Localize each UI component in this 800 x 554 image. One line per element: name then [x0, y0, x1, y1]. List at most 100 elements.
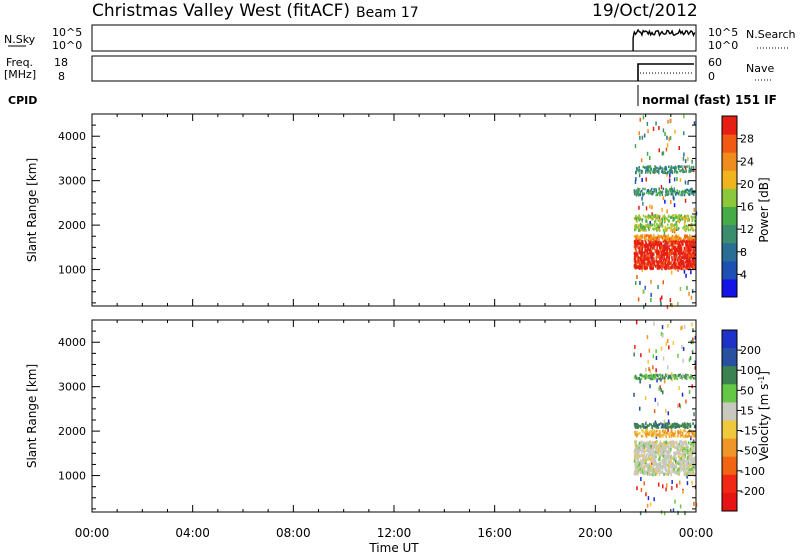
echo-cell	[673, 177, 676, 182]
echo-cell	[683, 264, 686, 268]
echo-cell	[647, 216, 650, 220]
echo-cell	[667, 422, 669, 426]
echo-cell	[678, 455, 681, 459]
echo-cell	[640, 477, 642, 481]
echo-cell	[685, 224, 688, 228]
echo-cell	[650, 253, 653, 257]
echo-cell	[670, 261, 672, 265]
echo-cell	[659, 461, 661, 465]
echo-cell	[646, 151, 649, 156]
echo-cell	[636, 241, 638, 245]
echo-cell	[635, 320, 638, 325]
echo-cell	[648, 448, 650, 452]
echo-cell	[653, 188, 656, 191]
echo-cell	[648, 367, 650, 372]
echo-cell	[654, 227, 657, 230]
echo-cell	[691, 451, 694, 455]
echo-cell	[660, 241, 662, 245]
echo-cell	[638, 224, 640, 227]
echo-cell	[668, 345, 670, 350]
echo-cell	[659, 218, 661, 222]
echo-cell	[641, 250, 644, 254]
echo-cell	[634, 241, 636, 245]
power-colorbar: 4 8 12 16 20 24 28	[721, 115, 754, 298]
echo-cell	[680, 237, 682, 241]
echo-cell	[672, 341, 675, 346]
echo-cell	[633, 392, 635, 397]
cpid-label: CPID	[8, 94, 37, 107]
colorbar-tick-label: 20	[740, 178, 754, 191]
echo-cell	[673, 224, 676, 228]
echo-cell	[674, 249, 676, 253]
echo-cell	[656, 434, 658, 438]
echo-cell	[634, 433, 637, 436]
echo-cell	[683, 269, 686, 274]
echo-cell	[645, 177, 647, 182]
echo-cell	[668, 459, 670, 463]
echo-cell	[641, 189, 643, 193]
echo-cell	[641, 218, 644, 221]
echo-cell	[674, 235, 676, 238]
echo-cell	[645, 492, 647, 497]
echo-cell	[668, 137, 670, 142]
echo-cell	[636, 459, 638, 463]
echo-cell	[679, 458, 681, 462]
echo-cell	[687, 376, 689, 379]
echo-cell	[638, 463, 640, 467]
echo-cell	[676, 468, 679, 472]
echo-cell	[646, 471, 649, 475]
echo-cell	[662, 454, 665, 458]
power-frame	[91, 113, 697, 307]
echo-cell	[635, 235, 637, 238]
echo-cell	[643, 166, 646, 169]
echo-cell	[677, 431, 679, 434]
echo-cell	[686, 253, 689, 257]
echo-cell	[693, 412, 695, 417]
y-tick-label: 3000	[58, 381, 86, 394]
echo-cell	[677, 446, 680, 450]
echo-cell	[684, 260, 686, 264]
echo-cell	[658, 482, 660, 487]
echo-cell	[686, 227, 688, 231]
echo-cell	[643, 133, 646, 138]
echo-cell	[693, 254, 695, 258]
echo-cell	[665, 241, 667, 244]
colorbar-tick-label: 12	[740, 223, 754, 236]
echo-cell	[633, 217, 636, 220]
echo-cell	[650, 441, 653, 445]
echo-cell	[661, 374, 664, 378]
echo-cell	[676, 189, 678, 192]
echo-cell	[671, 258, 673, 262]
echo-cell	[645, 236, 647, 240]
echo-cell	[649, 473, 651, 477]
echo-cell	[686, 165, 688, 168]
colorbar-tick-label: 24	[740, 155, 754, 168]
echo-cell	[648, 467, 650, 471]
echo-cell	[676, 226, 678, 230]
echo-cell	[633, 472, 636, 476]
echo-cell	[649, 166, 651, 169]
echo-cell	[680, 424, 683, 428]
echo-cell	[647, 359, 649, 364]
echo-cell	[657, 452, 659, 456]
echo-cell	[670, 440, 673, 444]
echo-cell	[640, 463, 643, 467]
echo-cell	[662, 234, 665, 237]
echo-cell	[644, 449, 646, 453]
echo-cell	[662, 196, 665, 201]
echo-cell	[644, 244, 646, 248]
colorbar-segment	[722, 224, 737, 244]
echo-cell	[667, 223, 669, 227]
echo-cell	[687, 248, 690, 252]
echo-cell	[689, 259, 691, 263]
echo-cell	[670, 473, 672, 477]
freq-panel: Freq. [MHz] 18 8 60 0 Nave	[4, 55, 774, 83]
echo-cell	[689, 193, 691, 196]
echo-cell	[649, 246, 651, 250]
echo-cell	[694, 443, 696, 447]
echo-cell	[667, 226, 669, 230]
echo-cell	[656, 242, 659, 246]
echo-cell	[647, 129, 649, 134]
echo-cell	[657, 255, 660, 258]
freq-tick-bottom: 8	[58, 70, 65, 83]
